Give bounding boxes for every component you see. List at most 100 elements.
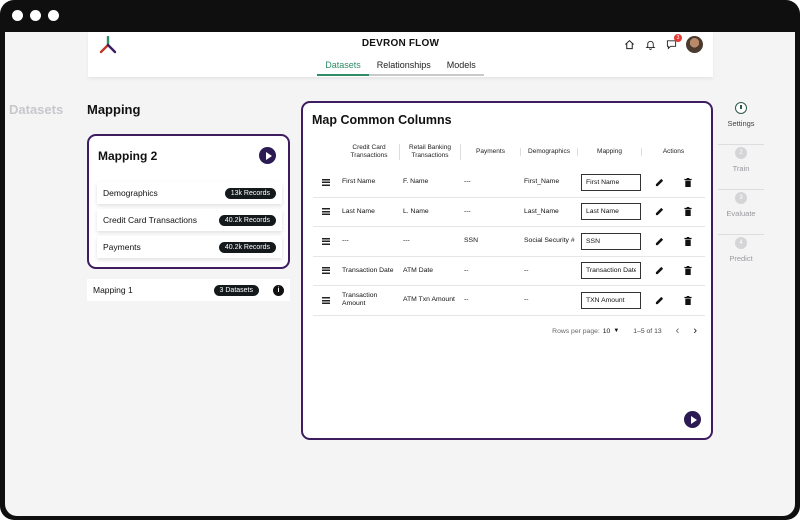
drag-handle-icon[interactable]: [322, 208, 330, 216]
app-title: DEVRON FLOW: [361, 38, 440, 49]
step-number: 2: [735, 147, 747, 159]
table-row: Last Name L. Name --- Last_Name: [313, 198, 705, 227]
step-label: Predict: [729, 254, 753, 263]
browser-frame: DEVRON FLOW 3 Datasets Relationships Mod…: [0, 0, 800, 520]
tab-models[interactable]: Models: [438, 58, 484, 76]
page-title: Mapping: [87, 102, 141, 117]
table-cell: Transaction Amount: [342, 291, 378, 308]
step-settings[interactable]: Settings: [718, 100, 764, 145]
table-cell: Transaction Date: [342, 266, 394, 274]
run-mapping-button[interactable]: [259, 147, 276, 164]
step-label: Evaluate: [726, 209, 756, 218]
page-range: 1–5 of 13: [633, 327, 662, 335]
table-cell: --: [524, 266, 529, 274]
home-icon[interactable]: [623, 38, 636, 51]
next-step-button[interactable]: [684, 411, 701, 428]
table-cell: F. Name: [403, 178, 429, 185]
mapping-label: Mapping 1: [93, 285, 133, 295]
avatar[interactable]: [686, 36, 703, 53]
column-header[interactable]: Retail Banking Transactions: [400, 144, 461, 160]
pagination: Rows per page: 10 ▼ 1–5 of 13 ‹ ›: [552, 325, 697, 337]
table-cell: Last Name: [342, 207, 375, 215]
dataset-label: Demographics: [103, 188, 158, 198]
drag-handle-icon[interactable]: [322, 267, 330, 275]
tab-relationships[interactable]: Relationships: [368, 58, 439, 76]
dropdown-icon[interactable]: ▼: [613, 328, 619, 334]
edit-icon[interactable]: [655, 178, 664, 187]
mapping-list-item[interactable]: Mapping 1 3 Datasets i: [87, 279, 290, 301]
records-badge: 40.2k Records: [218, 214, 276, 226]
table-cell: --: [524, 296, 529, 303]
window-dot[interactable]: [30, 10, 41, 21]
dataset-count-badge: 3 Datasets: [213, 284, 259, 296]
table-cell: SSN: [464, 237, 478, 244]
mapping-table-body: First Name F. Name --- First_Name Last N…: [313, 168, 705, 316]
edit-icon[interactable]: [655, 296, 664, 305]
table-header: Credit Card Transactions Retail Banking …: [313, 141, 705, 163]
delete-icon[interactable]: [684, 236, 692, 246]
edit-icon[interactable]: [655, 266, 664, 275]
table-cell: ---: [464, 207, 471, 215]
step-train[interactable]: 2 Train: [718, 145, 764, 190]
table-cell: --: [464, 296, 469, 303]
delete-icon[interactable]: [684, 266, 692, 276]
window-dot[interactable]: [48, 10, 59, 21]
window-dot[interactable]: [12, 10, 23, 21]
drag-handle-icon[interactable]: [322, 237, 330, 245]
mapping-input[interactable]: [581, 262, 641, 280]
dataset-row[interactable]: Demographics 13k Records: [97, 182, 282, 204]
drag-handle-icon[interactable]: [322, 178, 330, 186]
delete-icon[interactable]: [684, 295, 692, 305]
drag-handle-icon[interactable]: [322, 296, 330, 304]
records-badge: 40.2k Records: [218, 241, 276, 253]
progress-stepper: Settings 2 Train 3 Evaluate 4 Predict: [718, 100, 764, 280]
info-icon[interactable]: i: [273, 284, 284, 296]
edit-icon[interactable]: [655, 237, 664, 246]
table-cell: --: [464, 266, 469, 274]
edit-icon[interactable]: [655, 207, 664, 216]
table-cell: ---: [342, 237, 349, 244]
settings-step-icon: [735, 102, 747, 114]
delete-icon[interactable]: [684, 177, 692, 187]
mapping-input[interactable]: [581, 203, 641, 221]
step-number: 3: [735, 192, 747, 204]
bell-icon[interactable]: [644, 38, 657, 51]
table-row: First Name F. Name --- First_Name: [313, 168, 705, 198]
column-header[interactable]: Demographics: [521, 148, 578, 156]
app-screen: DEVRON FLOW 3 Datasets Relationships Mod…: [5, 32, 795, 516]
datasets-ghost-title[interactable]: Datasets: [9, 102, 63, 117]
tab-datasets[interactable]: Datasets: [317, 58, 369, 76]
table-cell: First_Name: [524, 178, 560, 185]
rows-per-page-select[interactable]: 10: [603, 328, 611, 335]
active-mapping-card[interactable]: Mapping 2 Demographics 13k Records Credi…: [87, 134, 290, 269]
table-row: Transaction Date ATM Date -- --: [313, 257, 705, 286]
chevron-left-icon[interactable]: ‹: [676, 325, 680, 337]
step-number: 4: [735, 237, 747, 249]
column-header[interactable]: Mapping: [578, 148, 642, 156]
step-label: Train: [732, 164, 750, 173]
mapping-input[interactable]: [581, 232, 641, 250]
delete-icon[interactable]: [684, 207, 692, 217]
dataset-label: Credit Card Transactions: [103, 215, 198, 225]
mapping-title: Mapping 2: [98, 149, 158, 163]
chat-icon[interactable]: 3: [665, 34, 682, 51]
column-header[interactable]: Credit Card Transactions: [339, 144, 400, 160]
step-evaluate[interactable]: 3 Evaluate: [718, 190, 764, 235]
table-cell: Last_Name: [524, 207, 559, 215]
step-predict[interactable]: 4 Predict: [718, 235, 764, 280]
mapping-input[interactable]: [581, 173, 641, 191]
dataset-row[interactable]: Payments 40.2k Records: [97, 236, 282, 258]
table-cell: First Name: [342, 178, 376, 185]
table-row: Transaction Amount ATM Txn Amount -- --: [313, 286, 705, 316]
table-cell: ATM Date: [403, 266, 434, 274]
dataset-row[interactable]: Credit Card Transactions 40.2k Records: [97, 209, 282, 231]
map-columns-panel: Map Common Columns Credit Card Transacti…: [301, 101, 713, 440]
column-header: Actions: [662, 148, 685, 155]
mapping-input[interactable]: [581, 291, 641, 309]
table-row: --- --- SSN Social Security #: [313, 227, 705, 257]
records-badge: 13k Records: [224, 187, 276, 199]
chevron-right-icon[interactable]: ›: [693, 325, 697, 337]
table-cell: L. Name: [403, 207, 429, 215]
column-header[interactable]: Payments: [461, 148, 521, 156]
table-cell: Social Security #: [524, 237, 575, 244]
